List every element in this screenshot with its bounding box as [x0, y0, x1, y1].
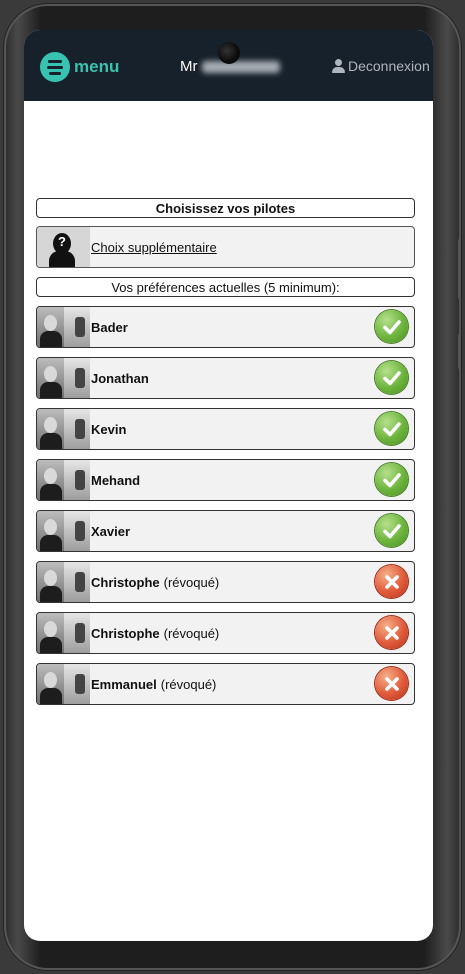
- cross-icon[interactable]: [375, 616, 408, 649]
- pilot-photo: [37, 460, 90, 500]
- check-icon[interactable]: [375, 463, 408, 496]
- pilot-photo: [37, 562, 90, 602]
- pilot-row: Mehand: [36, 459, 415, 501]
- pilot-name: Bader: [91, 319, 128, 335]
- pilot-name: Jonathan: [91, 370, 149, 386]
- pilot-photo: [37, 358, 90, 398]
- logout-button[interactable]: Deconnexion: [332, 58, 430, 74]
- pilot-status: (révoqué): [163, 625, 220, 641]
- extra-choice-label: Choix supplémentaire: [91, 239, 217, 255]
- pilot-name: Kevin: [91, 421, 127, 437]
- pilot-row: Christophe (révoqué): [36, 561, 415, 603]
- pilot-name: Mehand: [91, 472, 141, 488]
- pilot-row: Bader: [36, 306, 415, 348]
- selection-title: Choisissez vos pilotes: [36, 198, 415, 218]
- question-silhouette-icon: ?: [37, 227, 90, 267]
- app-screen: menu Mr Deconnexion Choisissez vos pilot…: [24, 30, 433, 941]
- pilot-photo: [37, 613, 90, 653]
- preferences-title: Vos préférences actuelles (5 minimum):: [36, 277, 415, 297]
- check-icon[interactable]: [375, 361, 408, 394]
- pilot-row: Kevin: [36, 408, 415, 450]
- pilot-row: Xavier: [36, 510, 415, 552]
- pilot-list: Bader Jonathan Kevin Mehand Xavier Christophe…: [36, 306, 415, 705]
- pilot-row: Emmanuel (révoqué): [36, 663, 415, 705]
- power-button: [458, 334, 461, 369]
- pilot-photo: [37, 409, 90, 449]
- pilot-selection: Choisissez vos pilotes ? Choix supplémen…: [36, 198, 415, 705]
- hamburger-icon: [40, 52, 70, 82]
- front-camera: [218, 42, 240, 64]
- pilot-photo: [37, 307, 90, 347]
- logout-label: Deconnexion: [348, 58, 430, 74]
- menu-label: menu: [74, 57, 120, 76]
- pilot-name: Emmanuel: [91, 676, 157, 692]
- check-icon[interactable]: [375, 514, 408, 547]
- pilot-name: Christophe: [91, 625, 160, 641]
- user-title: Mr: [180, 58, 198, 75]
- top-bar: menu Mr Deconnexion: [24, 30, 433, 101]
- cross-icon[interactable]: [375, 565, 408, 598]
- blurred-name: [201, 61, 280, 74]
- user-icon: [332, 59, 345, 73]
- pilot-status: (révoqué): [160, 676, 217, 692]
- check-icon[interactable]: [375, 412, 408, 445]
- pilot-name: Christophe: [91, 574, 160, 590]
- pilot-row: Christophe (révoqué): [36, 612, 415, 654]
- pilot-photo: [37, 511, 90, 551]
- pilot-row: Jonathan: [36, 357, 415, 399]
- pilot-name: Xavier: [91, 523, 131, 539]
- volume-button: [458, 239, 461, 299]
- pilot-photo: [37, 664, 90, 704]
- cross-icon[interactable]: [375, 667, 408, 700]
- pilot-status: (révoqué): [163, 574, 220, 590]
- extra-choice-button[interactable]: ? Choix supplémentaire: [36, 226, 415, 268]
- menu-button[interactable]: menu: [40, 52, 119, 82]
- check-icon[interactable]: [375, 310, 408, 343]
